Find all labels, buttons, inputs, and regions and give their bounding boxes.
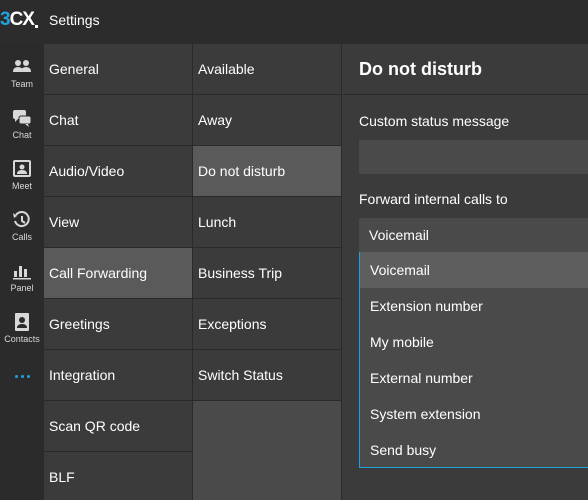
rail-item-chat[interactable]: Chat (0, 103, 44, 149)
dropdown-option-external-number[interactable]: External number (360, 360, 588, 396)
panel-icon (13, 266, 31, 280)
menu-item-greetings[interactable]: Greetings (44, 299, 192, 350)
status-item-lunch[interactable]: Lunch (193, 197, 341, 248)
forward-calls-label: Forward internal calls to (359, 191, 508, 207)
status-profile-list: Available Away Do not disturb Lunch Busi… (193, 44, 342, 500)
status-item-business-trip[interactable]: Business Trip (193, 248, 341, 299)
contacts-icon (15, 313, 29, 331)
rail-label: Chat (12, 130, 32, 140)
top-bar: 3 CX Settings (0, 0, 588, 44)
dropdown-option-extension-number[interactable]: Extension number (360, 288, 588, 324)
menu-item-call-forwarding[interactable]: Call Forwarding (44, 248, 192, 299)
rail-label: Calls (11, 232, 32, 242)
left-nav-rail: Team Chat Meet Calls Panel Contacts (0, 44, 44, 500)
status-item-exceptions[interactable]: Exceptions (193, 299, 341, 350)
forward-calls-select[interactable]: Voicemail (359, 218, 588, 252)
page-title: Settings (49, 12, 100, 28)
detail-panel: Do not disturb Custom status message For… (343, 44, 588, 500)
dropdown-option-my-mobile[interactable]: My mobile (360, 324, 588, 360)
rail-item-panel[interactable]: Panel (0, 256, 44, 302)
dropdown-option-system-extension[interactable]: System extension (360, 396, 588, 432)
menu-item-view[interactable]: View (44, 197, 192, 248)
rail-label: Meet (11, 181, 32, 191)
calls-icon (13, 211, 30, 228)
rail-item-team[interactable]: Team (0, 52, 44, 98)
menu-item-chat[interactable]: Chat (44, 95, 192, 146)
menu-item-audio-video[interactable]: Audio/Video (44, 146, 192, 197)
detail-title: Do not disturb (343, 44, 588, 95)
menu-item-integration[interactable]: Integration (44, 350, 192, 401)
settings-category-list: General Chat Audio/Video View Call Forwa… (44, 44, 193, 500)
dropdown-option-voicemail[interactable]: Voicemail (360, 252, 588, 288)
rail-label: Panel (10, 283, 34, 293)
rail-item-contacts[interactable]: Contacts (0, 307, 44, 353)
status-item-available[interactable]: Available (193, 44, 341, 95)
status-item-switch-status[interactable]: Switch Status (193, 350, 341, 401)
menu-item-general[interactable]: General (44, 44, 192, 95)
meet-icon (13, 160, 31, 177)
chat-icon (13, 110, 32, 127)
rail-item-calls[interactable]: Calls (0, 205, 44, 251)
menu-item-scan-qr-code[interactable]: Scan QR code (44, 401, 192, 452)
rail-label: Team (10, 79, 33, 89)
dropdown-option-send-busy[interactable]: Send busy (360, 432, 588, 468)
team-icon (13, 60, 31, 72)
forward-calls-dropdown: Voicemail Extension number My mobile Ext… (359, 252, 588, 468)
3cx-logo: 3 CX (0, 9, 38, 31)
rail-label: Contacts (4, 334, 40, 344)
status-item-do-not-disturb[interactable]: Do not disturb (193, 146, 341, 197)
custom-status-label: Custom status message (359, 113, 510, 129)
status-item-away[interactable]: Away (193, 95, 341, 146)
more-options-icon[interactable] (0, 366, 44, 386)
custom-status-input[interactable] (359, 140, 588, 174)
rail-item-meet[interactable]: Meet (0, 154, 44, 200)
menu-item-blf[interactable]: BLF (44, 452, 192, 500)
